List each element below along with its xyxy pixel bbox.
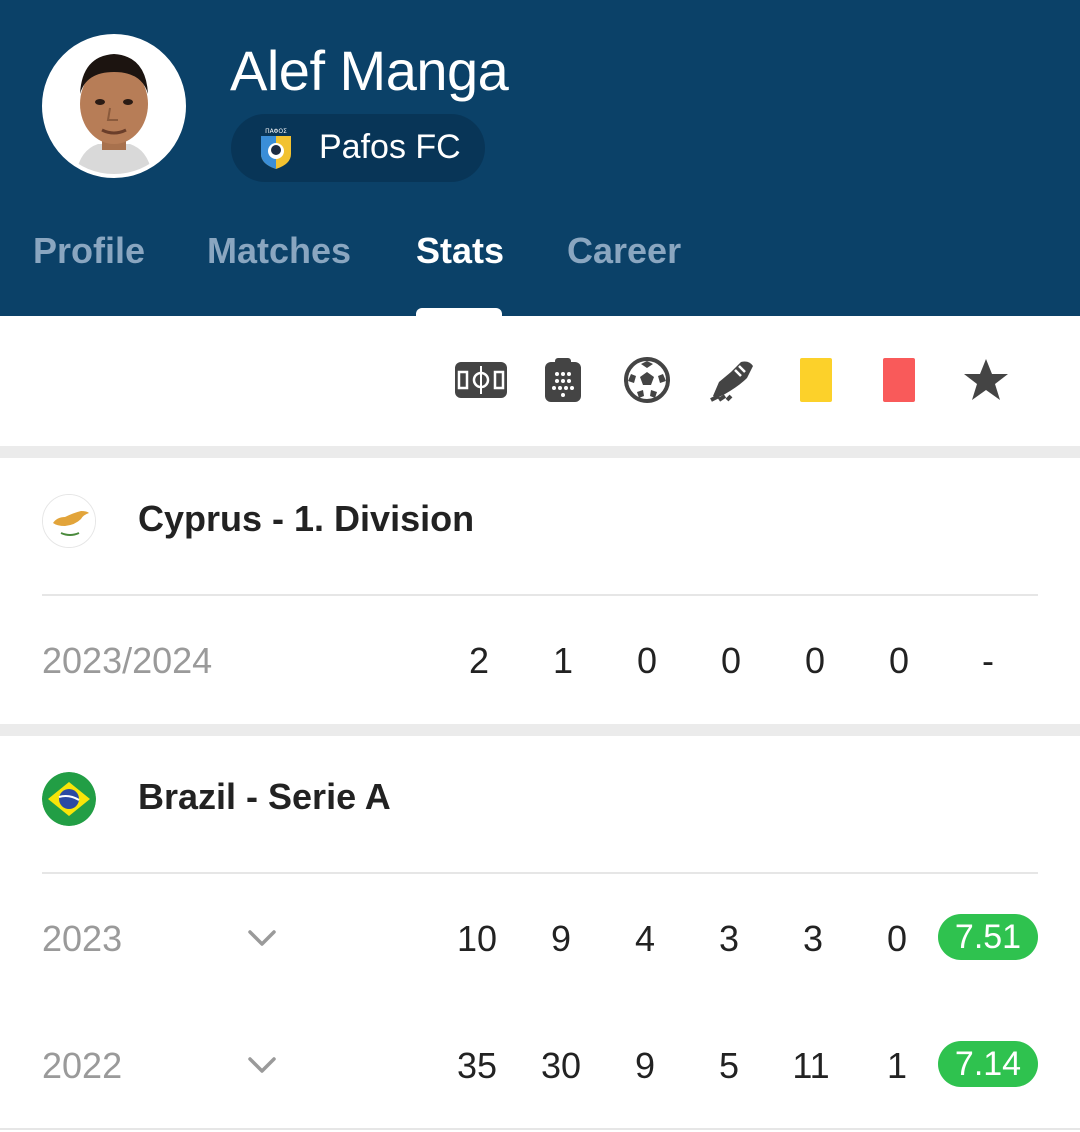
tab-bar: Profile Matches Stats Career	[0, 222, 1080, 318]
season-row[interactable]: 2022 35 30 9 5 11 1 7.14	[0, 1001, 1080, 1127]
rating-badge: 7.14	[938, 1041, 1038, 1087]
stat-lineups: 30	[540, 1045, 582, 1086]
season-label: 2022	[42, 1045, 123, 1086]
stat-red-cards: 1	[886, 1045, 908, 1086]
season-row[interactable]: 2023 10 9 4 3 3 0 7.51	[0, 874, 1080, 1000]
stat-goals: 4	[634, 918, 656, 959]
stat-column-icons	[0, 316, 1080, 446]
stat-assists: 5	[718, 1045, 740, 1086]
cyprus-flag-icon	[42, 494, 96, 548]
stat-rating: -	[982, 640, 994, 681]
player-name: Alef Manga	[230, 39, 509, 102]
stat-goals: 0	[636, 640, 658, 681]
pafos-crest-icon: ΠΑΦΟΣ	[261, 128, 291, 169]
player-header: Alef Manga ΠΑΦΟΣ Pafos FC Profile Matche…	[0, 0, 1080, 318]
tab-profile[interactable]: Profile	[33, 230, 145, 272]
tab-matches[interactable]: Matches	[207, 230, 351, 272]
yellow-card-icon	[786, 354, 846, 406]
stat-appearances: 10	[456, 918, 498, 959]
stat-assists: 3	[718, 918, 740, 959]
season-label: 2023	[42, 918, 123, 959]
tab-stats[interactable]: Stats	[416, 230, 504, 272]
crest-text: ΠΑΦΟΣ	[265, 128, 287, 135]
stat-goals: 9	[634, 1045, 656, 1086]
chevron-down-icon[interactable]	[242, 1045, 282, 1085]
football-boot-icon	[701, 354, 761, 406]
tab-career[interactable]: Career	[567, 230, 681, 272]
chevron-down-icon[interactable]	[242, 918, 282, 958]
stat-lineups: 9	[550, 918, 572, 959]
star-icon	[956, 354, 1016, 406]
team-name: Pafos FC	[319, 128, 461, 166]
stat-appearances: 35	[456, 1045, 498, 1086]
league-header: Cyprus - 1. Division	[0, 454, 1080, 594]
stat-red-cards: 0	[888, 640, 910, 681]
red-card-icon	[869, 354, 929, 406]
football-icon	[617, 354, 677, 406]
stat-appearances: 2	[468, 640, 490, 681]
stat-yellow-cards: 3	[802, 918, 824, 959]
stat-yellow-cards: 11	[792, 1045, 830, 1086]
player-photo-icon	[46, 38, 182, 174]
brazil-flag-icon	[42, 772, 96, 826]
stat-lineups: 1	[552, 640, 574, 681]
lineup-clipboard-icon	[533, 354, 593, 406]
season-label: 2023/2024	[42, 640, 213, 681]
league-name: Brazil - Serie A	[138, 776, 391, 817]
player-avatar	[42, 34, 186, 178]
stat-red-cards: 0	[886, 918, 908, 959]
divider	[0, 1128, 1080, 1130]
league-name: Cyprus - 1. Division	[138, 498, 475, 539]
season-row[interactable]: 2023/2024 2 1 0 0 0 0 -	[0, 596, 1080, 722]
stat-assists: 0	[720, 640, 742, 681]
rating-badge: 7.51	[938, 914, 1038, 960]
stat-yellow-cards: 0	[804, 640, 826, 681]
pitch-icon	[451, 354, 511, 406]
team-link[interactable]: ΠΑΦΟΣ Pafos FC	[231, 114, 485, 182]
league-header: Brazil - Serie A	[0, 732, 1080, 872]
